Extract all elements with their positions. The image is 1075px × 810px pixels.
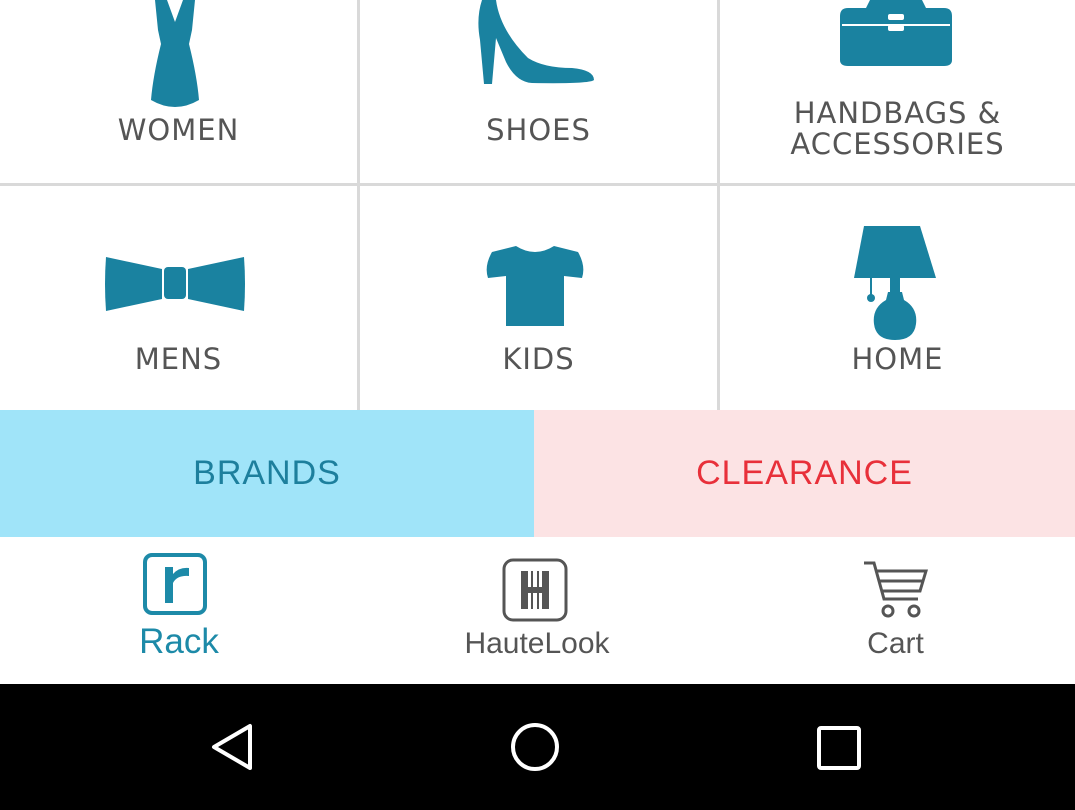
category-shoes[interactable]: SHOES (360, 0, 717, 183)
category-label: MENS (134, 342, 223, 376)
tab-label: HauteLook (464, 627, 610, 660)
category-women[interactable]: WOMEN (0, 0, 357, 183)
category-home[interactable]: HOME (720, 186, 1075, 410)
tab-cart[interactable]: Cart (716, 537, 1075, 684)
category-label: KIDS (502, 342, 575, 376)
category-mens[interactable]: MENS (0, 186, 357, 410)
cart-icon (864, 561, 928, 618)
rack-r-icon (143, 553, 207, 615)
brands-button[interactable]: BRANDS (0, 410, 534, 537)
hautelook-h-icon (502, 558, 568, 622)
tab-hautelook[interactable]: HauteLook (358, 537, 716, 684)
recents-square-icon[interactable] (816, 725, 862, 771)
category-handbags-accessories[interactable]: HANDBAGS & ACCESSORIES (720, 0, 1075, 183)
bowtie-icon (105, 257, 245, 311)
dress-icon (151, 0, 199, 107)
bottom-nav: Rack HauteLook Cart (0, 537, 1075, 684)
category-kids[interactable]: KIDS (360, 186, 717, 410)
back-icon[interactable] (208, 722, 256, 772)
tab-rack[interactable]: Rack (0, 537, 358, 684)
tab-label: Rack (139, 622, 219, 661)
category-label: WOMEN (117, 113, 240, 147)
system-nav-bar (0, 684, 1075, 810)
tab-label: Cart (867, 627, 924, 660)
category-label: SHOES (486, 113, 591, 147)
category-label-line2: ACCESSORIES (790, 127, 1005, 161)
brands-label: BRANDS (193, 454, 341, 492)
clearance-label: CLEARANCE (696, 454, 913, 492)
category-label: HOME (851, 342, 944, 376)
lamp-icon (854, 226, 936, 340)
category-label-line1: HANDBAGS & (793, 96, 1002, 130)
clearance-button[interactable]: CLEARANCE (534, 410, 1075, 537)
home-circle-icon[interactable] (509, 721, 561, 773)
handbag-icon (840, 0, 952, 66)
high-heel-icon (478, 0, 594, 84)
category-grid: WOMEN SHOES HANDBAGS & ACCESSORIES MENS (0, 0, 1075, 410)
tshirt-icon (486, 246, 584, 326)
